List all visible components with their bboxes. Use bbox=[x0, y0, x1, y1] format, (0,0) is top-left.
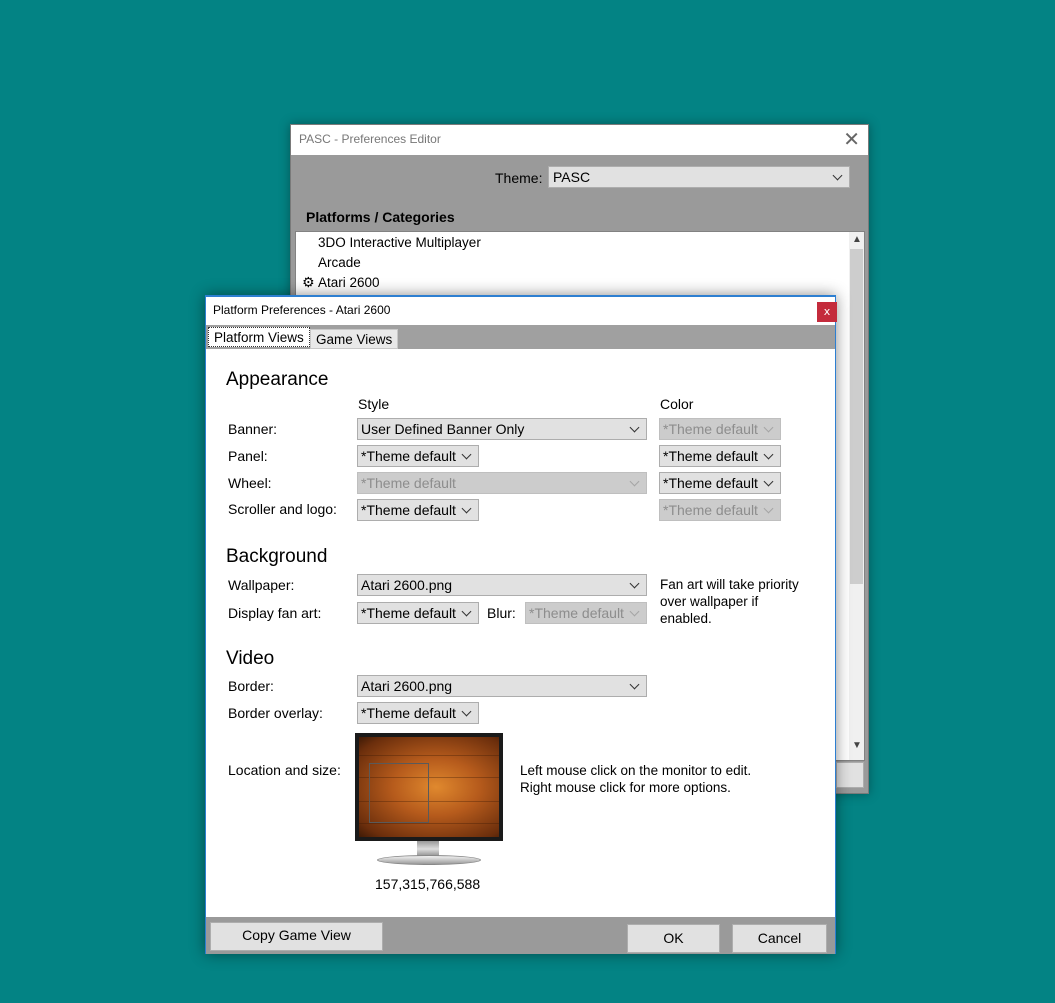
tab-content: Appearance Style Color Banner: User Defi… bbox=[206, 349, 835, 917]
chevron-down-icon bbox=[629, 606, 640, 617]
fan-art-select[interactable]: *Theme default bbox=[357, 602, 479, 624]
banner-color-value: *Theme default bbox=[663, 421, 758, 437]
cancel-button[interactable]: Cancel bbox=[732, 924, 827, 953]
border-overlay-value: *Theme default bbox=[361, 705, 456, 721]
gear-icon: ⚙ bbox=[302, 274, 315, 290]
scroller-style-value: *Theme default bbox=[361, 502, 456, 518]
video-heading: Video bbox=[226, 648, 275, 669]
chevron-down-icon bbox=[763, 422, 774, 433]
dialog-title-bar[interactable]: Platform Preferences - Atari 2600 x bbox=[206, 297, 837, 325]
ok-button[interactable]: OK bbox=[627, 924, 720, 953]
wheel-style-value: *Theme default bbox=[361, 475, 456, 491]
banner-style-value: User Defined Banner Only bbox=[361, 421, 525, 437]
wheel-style-select: *Theme default bbox=[357, 472, 647, 494]
banner-color-select: *Theme default bbox=[659, 418, 781, 440]
location-selection-box[interactable] bbox=[369, 763, 429, 823]
chevron-down-icon bbox=[629, 422, 640, 433]
chevron-down-icon bbox=[461, 503, 472, 514]
panel-label: Panel: bbox=[228, 448, 268, 464]
theme-label: Theme: bbox=[495, 170, 543, 186]
border-select[interactable]: Atari 2600.png bbox=[357, 675, 647, 697]
list-item[interactable]: Atari 2600 bbox=[318, 275, 380, 290]
monitor-hint-line: Right mouse click for more options. bbox=[520, 780, 731, 795]
scrollbar-thumb[interactable] bbox=[850, 249, 863, 584]
list-item[interactable]: 3DO Interactive Multiplayer bbox=[318, 235, 481, 250]
wheel-color-value: *Theme default bbox=[663, 475, 758, 491]
scroller-color-select: *Theme default bbox=[659, 499, 781, 521]
monitor-base bbox=[377, 855, 481, 865]
background-heading: Background bbox=[226, 546, 328, 567]
scroller-style-select[interactable]: *Theme default bbox=[357, 499, 479, 521]
chevron-down-icon bbox=[461, 706, 472, 717]
chevron-down-icon bbox=[629, 476, 640, 487]
fan-art-note-line: Fan art will take priority bbox=[660, 577, 799, 592]
wallpaper-select[interactable]: Atari 2600.png bbox=[357, 574, 647, 596]
monitor-screen[interactable] bbox=[359, 737, 499, 837]
platform-preferences-dialog: Platform Preferences - Atari 2600 x Plat… bbox=[205, 295, 837, 954]
tab-platform-views[interactable]: Platform Views bbox=[208, 327, 310, 347]
border-overlay-select[interactable]: *Theme default bbox=[357, 702, 479, 724]
fan-art-note: Fan art will take priority over wallpape… bbox=[660, 576, 799, 627]
close-icon[interactable]: x bbox=[817, 302, 837, 322]
close-icon[interactable]: ✕ bbox=[843, 128, 860, 150]
border-value: Atari 2600.png bbox=[361, 678, 453, 694]
chevron-down-icon bbox=[461, 449, 472, 460]
dialog-footer: Copy Game View OK Cancel bbox=[206, 917, 835, 954]
fan-art-note-line: over wallpaper if bbox=[660, 594, 759, 609]
tab-game-views[interactable]: Game Views bbox=[310, 329, 399, 349]
editor-title-bar[interactable]: PASC - Preferences Editor ✕ bbox=[291, 125, 868, 155]
wallpaper-label: Wallpaper: bbox=[228, 577, 295, 593]
chevron-down-icon bbox=[763, 476, 774, 487]
panel-style-value: *Theme default bbox=[361, 448, 456, 464]
border-overlay-label: Border overlay: bbox=[228, 705, 323, 721]
border-label: Border: bbox=[228, 678, 274, 694]
wallpaper-value: Atari 2600.png bbox=[361, 577, 453, 593]
editor-title: PASC - Preferences Editor bbox=[299, 132, 441, 146]
list-item[interactable]: Arcade bbox=[318, 255, 361, 270]
vertical-scrollbar[interactable]: ▲ ▼ bbox=[849, 232, 864, 760]
location-coordinates: 157,315,766,588 bbox=[375, 876, 481, 892]
platforms-heading: Platforms / Categories bbox=[306, 209, 455, 225]
scroll-down-icon[interactable]: ▼ bbox=[852, 740, 862, 751]
color-column-header: Color bbox=[660, 396, 694, 412]
monitor-preview[interactable] bbox=[355, 733, 503, 873]
wheel-label: Wheel: bbox=[228, 475, 272, 491]
fan-art-label: Display fan art: bbox=[228, 605, 322, 621]
copy-game-view-button[interactable]: Copy Game View bbox=[210, 922, 383, 951]
wheel-color-select[interactable]: *Theme default bbox=[659, 472, 781, 494]
blur-select: *Theme default bbox=[525, 602, 647, 624]
chevron-down-icon bbox=[629, 679, 640, 690]
panel-style-select[interactable]: *Theme default bbox=[357, 445, 479, 467]
tab-strip: Platform Views Game Views bbox=[206, 325, 835, 349]
style-column-header: Style bbox=[358, 396, 390, 412]
chevron-down-icon bbox=[763, 503, 774, 514]
monitor-hint-line: Left mouse click on the monitor to edit. bbox=[520, 763, 752, 778]
scroller-logo-label: Scroller and logo: bbox=[228, 501, 337, 517]
dialog-title: Platform Preferences - Atari 2600 bbox=[213, 303, 391, 317]
location-size-label: Location and size: bbox=[228, 762, 341, 778]
monitor-hint: Left mouse click on the monitor to edit.… bbox=[520, 762, 751, 796]
theme-select[interactable]: PASC bbox=[548, 166, 850, 188]
banner-label: Banner: bbox=[228, 421, 278, 437]
chevron-down-icon bbox=[629, 578, 640, 589]
blur-value: *Theme default bbox=[529, 605, 624, 621]
wood-grain bbox=[359, 755, 499, 756]
fan-art-value: *Theme default bbox=[361, 605, 456, 621]
editor-partial-button[interactable] bbox=[836, 762, 864, 788]
scroll-up-icon[interactable]: ▲ bbox=[852, 234, 862, 245]
wood-grain bbox=[359, 823, 499, 824]
blur-label: Blur: bbox=[487, 605, 516, 621]
fan-art-note-line: enabled. bbox=[660, 611, 712, 626]
appearance-heading: Appearance bbox=[226, 369, 329, 390]
chevron-down-icon bbox=[763, 449, 774, 460]
banner-style-select[interactable]: User Defined Banner Only bbox=[357, 418, 647, 440]
scroller-color-value: *Theme default bbox=[663, 502, 758, 518]
panel-color-value: *Theme default bbox=[663, 448, 758, 464]
panel-color-select[interactable]: *Theme default bbox=[659, 445, 781, 467]
chevron-down-icon bbox=[461, 606, 472, 617]
chevron-down-icon bbox=[832, 170, 843, 181]
theme-select-value: PASC bbox=[553, 169, 591, 185]
monitor-bezel bbox=[355, 733, 503, 841]
